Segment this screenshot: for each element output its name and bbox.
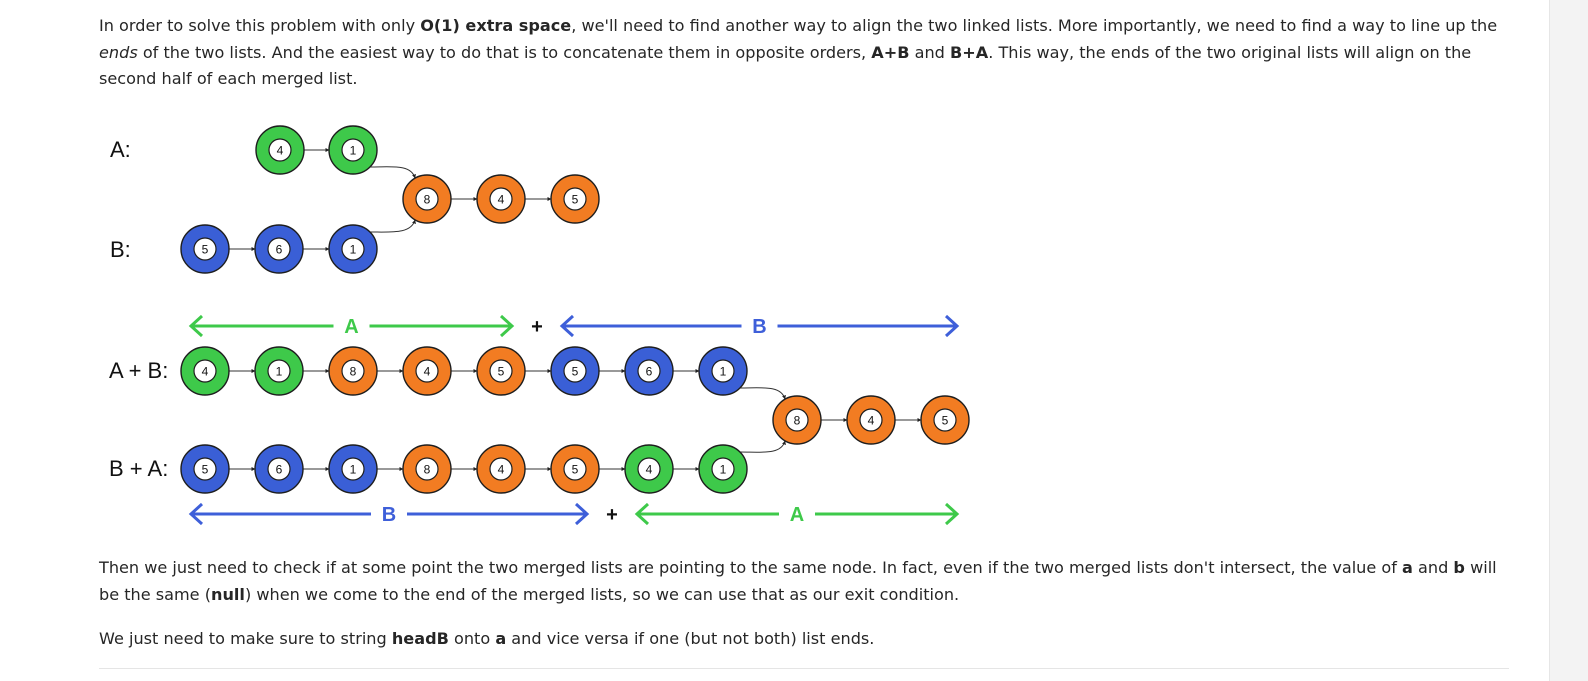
text-run: Then we just need to check if at some po…: [99, 558, 1403, 577]
node-value: 4: [424, 365, 431, 379]
list-node: 4: [846, 395, 896, 445]
node-value: 6: [276, 243, 283, 257]
span-label: B: [382, 504, 396, 526]
node-value: 1: [350, 463, 357, 477]
node-value: 5: [572, 193, 579, 207]
row-label-a: A:: [110, 137, 131, 162]
section-divider: [99, 668, 1509, 669]
bold-run: a: [1402, 558, 1413, 577]
text-run: and: [1412, 558, 1454, 577]
nodes-layer: 4 1 5 6 1 8 4 5 4 1 8 4 5 5 6 1 5 6 1 8 4 5 4 1 8 4 5: [180, 125, 970, 494]
list-node: 8: [402, 444, 452, 494]
node-value: 6: [646, 365, 653, 379]
list-node: 1: [254, 346, 304, 396]
list-node: 4: [255, 125, 305, 175]
span-label: A: [344, 316, 358, 338]
span-arrow: B: [559, 314, 960, 338]
node-value: 4: [498, 193, 505, 207]
node-value: 5: [572, 463, 579, 477]
node-link-merge: [369, 166, 416, 179]
span-arrow: B: [188, 502, 590, 526]
node-value: 1: [350, 144, 357, 158]
list-node: 4: [180, 346, 230, 396]
bold-run: b: [1453, 558, 1465, 577]
list-node: 8: [402, 174, 452, 224]
list-node: 4: [476, 444, 526, 494]
paragraph-headb: We just need to make sure to string head…: [99, 626, 1519, 653]
span-plus: +: [606, 504, 618, 526]
node-value: 5: [498, 365, 505, 379]
node-value: 8: [794, 414, 801, 428]
list-node: 1: [698, 444, 748, 494]
list-node: 5: [920, 395, 970, 445]
row-label-b-plus-a: B + A:: [109, 456, 168, 481]
bold-run: null: [210, 584, 245, 604]
node-value: 4: [202, 365, 209, 379]
row-label-a-plus-b: A + B:: [109, 358, 168, 383]
text-run: onto: [448, 629, 496, 648]
text-run: We just need to make sure to string: [99, 629, 392, 648]
bold-run: headB: [391, 629, 449, 648]
span-label: B: [752, 316, 766, 338]
node-link-merge: [739, 440, 786, 453]
node-value: 5: [202, 463, 209, 477]
list-node: 1: [698, 346, 748, 396]
node-value: 1: [720, 463, 727, 477]
node-value: 1: [720, 365, 727, 379]
list-node: 1: [328, 224, 378, 274]
list-node: 8: [328, 346, 378, 396]
span-plus: +: [531, 316, 543, 338]
list-node: 5: [550, 174, 600, 224]
span-arrow: A: [634, 502, 960, 526]
list-node: 5: [180, 444, 230, 494]
list-node: 1: [328, 125, 378, 175]
node-value: 5: [572, 365, 579, 379]
text-run: ) when we come to the end of the merged …: [244, 584, 960, 604]
list-node: 6: [254, 224, 304, 274]
node-value: 4: [646, 463, 653, 477]
list-node: 6: [624, 346, 674, 396]
list-node: 1: [328, 444, 378, 494]
paragraph-exit-condition: Then we just need to check if at some po…: [99, 555, 1519, 608]
node-value: 4: [277, 144, 284, 158]
span-arrow: A: [188, 314, 515, 338]
list-node: 5: [550, 346, 600, 396]
text-run: and vice versa if one (but not both) lis…: [506, 629, 875, 648]
node-value: 5: [202, 243, 209, 257]
node-value: 6: [276, 463, 283, 477]
node-value: 1: [350, 243, 357, 257]
node-value: 8: [424, 193, 431, 207]
node-link-merge: [369, 219, 416, 233]
list-node: 5: [180, 224, 230, 274]
list-node: 5: [550, 444, 600, 494]
list-node: 4: [476, 174, 526, 224]
node-value: 5: [942, 414, 949, 428]
list-node: 4: [624, 444, 674, 494]
span-label: A: [790, 504, 804, 526]
row-label-b: B:: [110, 237, 131, 262]
list-node: 5: [476, 346, 526, 396]
linked-list-diagram: A: B: A + B: B + A: 4 1 5 6 1 8 4 5 4 1 8 4 5 5 6 1 5 6 1 8…: [109, 125, 970, 526]
node-value: 4: [498, 463, 505, 477]
node-value: 8: [350, 365, 357, 379]
node-value: 4: [868, 414, 875, 428]
list-node: 6: [254, 444, 304, 494]
list-node: 8: [772, 395, 822, 445]
node-link-merge: [739, 387, 786, 400]
page-scrollbar[interactable]: [1549, 0, 1588, 681]
node-value: 8: [424, 463, 431, 477]
list-node: 4: [402, 346, 452, 396]
node-value: 1: [276, 365, 283, 379]
bold-run: a: [495, 629, 507, 648]
